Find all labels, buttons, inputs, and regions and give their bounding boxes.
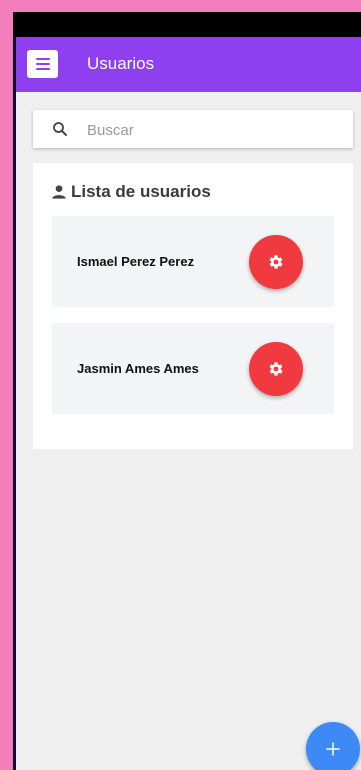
user-list-card: Lista de usuarios Ismael Perez Perez Jas… [33, 163, 353, 449]
search-icon [53, 122, 67, 136]
user-name: Jasmin Ames Ames [77, 361, 199, 376]
menu-icon-line [35, 68, 50, 70]
list-item: Ismael Perez Perez [52, 216, 334, 307]
gear-icon [269, 255, 283, 269]
list-item: Jasmin Ames Ames [52, 323, 334, 414]
settings-button[interactable] [249, 342, 303, 396]
settings-button[interactable] [249, 235, 303, 289]
add-user-button[interactable] [306, 722, 360, 770]
menu-button[interactable] [27, 50, 58, 78]
status-bar [13, 12, 361, 37]
app-bar: Usuarios [16, 37, 361, 92]
search-input[interactable] [85, 110, 339, 150]
plus-icon [326, 742, 340, 756]
page-title: Usuarios [87, 54, 155, 73]
menu-icon [35, 58, 50, 60]
user-name: Ismael Perez Perez [77, 254, 195, 269]
person-icon [52, 185, 66, 199]
menu-icon-line [35, 63, 50, 65]
search-bar[interactable] [33, 110, 353, 150]
gear-icon [269, 362, 283, 376]
user-list-title: Lista de usuarios [71, 182, 211, 201]
user-list-header: Lista de usuarios [51, 182, 211, 202]
device-frame: Usuarios Lista de usuarios Ismael Perez … [13, 12, 361, 770]
app-screen: Usuarios Lista de usuarios Ismael Perez … [16, 37, 361, 770]
